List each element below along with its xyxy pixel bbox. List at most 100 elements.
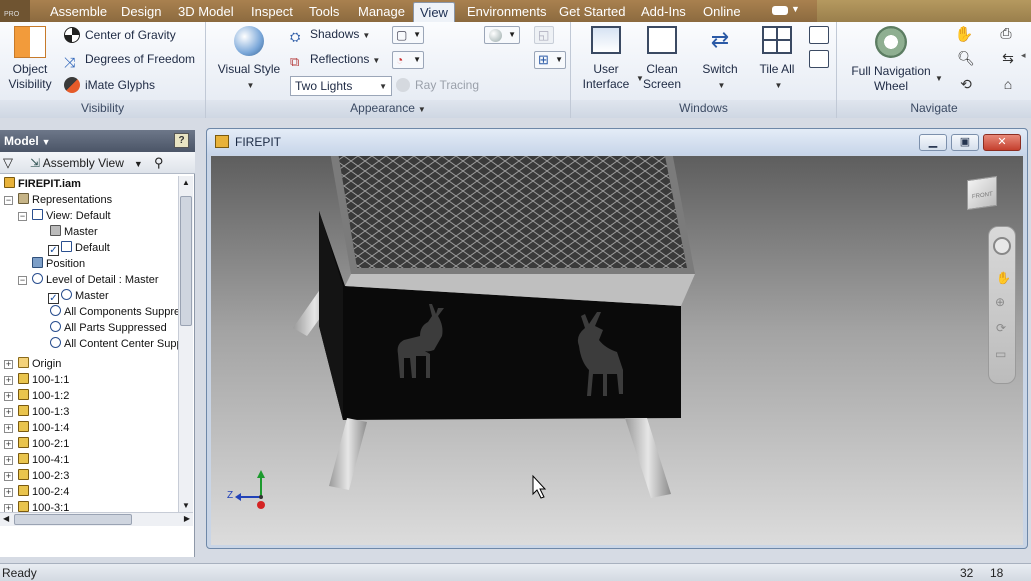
tab-online[interactable]: Online [697, 2, 747, 22]
tab-add-ins[interactable]: Add-Ins [635, 2, 692, 22]
scroll-left-icon[interactable]: ◀ [3, 514, 9, 523]
viewcube[interactable]: FRONT [967, 175, 997, 211]
browser-header[interactable]: Model ▼ ? [0, 130, 195, 152]
tree-node-position[interactable]: Position [32, 256, 85, 272]
visual-style-button[interactable]: Visual Style ▼ [214, 26, 284, 93]
color-override-dropdown[interactable]: ▼ [484, 26, 520, 44]
ray-tracing-button[interactable]: Ray Tracing [396, 78, 479, 92]
app-logo[interactable]: PRO [0, 0, 30, 22]
filter-icon[interactable]: ▽ [3, 155, 13, 171]
tree-node-view-default[interactable]: View: Default [32, 208, 111, 224]
video-icon[interactable] [772, 6, 788, 15]
scroll-thumb[interactable] [14, 514, 132, 525]
panel-scroll-icon[interactable]: ◂ [1021, 50, 1030, 72]
assembly-view-dropdown[interactable]: ⇲ Assembly View ▼ [30, 156, 143, 170]
tree-node-part[interactable]: 100-2:4 [18, 484, 69, 500]
browser-horizontal-scrollbar[interactable]: ◀ ▶ [0, 512, 193, 526]
collapse-icon[interactable]: − [4, 196, 13, 205]
expand-icon[interactable]: + [4, 472, 13, 481]
imate-glyphs-button[interactable]: iMate Glyphs [64, 77, 155, 93]
degrees-of-freedom-button[interactable]: ⤨ Degrees of Freedom [64, 52, 195, 71]
section-view-dropdown[interactable]: ⊞ ▼ [534, 51, 566, 69]
tree-node-origin[interactable]: Origin [18, 356, 61, 372]
shadows-button[interactable]: ⛭ Shadows ▼ [290, 27, 370, 44]
chevron-down-icon[interactable]: ▼ [935, 74, 943, 83]
tree-node-level-of-detail[interactable]: Level of Detail : Master [32, 272, 159, 288]
tree-node-part[interactable]: 100-1:2 [18, 388, 69, 404]
zoom-icon[interactable]: 🔍︎ [953, 50, 979, 70]
previous-view-icon[interactable]: ⇆ [995, 50, 1021, 70]
expand-icon[interactable]: + [4, 456, 13, 465]
full-navigation-wheel-button[interactable]: Full Navigation Wheel [843, 26, 939, 94]
expand-icon[interactable]: + [4, 440, 13, 449]
scroll-down-icon[interactable]: ▼ [182, 501, 190, 510]
expand-icon[interactable]: + [4, 408, 13, 417]
expand-icon[interactable]: + [4, 424, 13, 433]
tab-tools[interactable]: Tools [303, 2, 345, 22]
close-button[interactable]: ✕ [983, 134, 1021, 151]
tab-environments[interactable]: Environments [461, 2, 552, 22]
tree-node-representations[interactable]: Representations [18, 192, 112, 208]
find-icon[interactable]: ⚲ [154, 155, 164, 171]
tab-3d-model[interactable]: 3D Model [172, 2, 240, 22]
tree-node-lod-master[interactable]: ✓ Master [48, 288, 109, 304]
tree-node-all-content-center-suppressed[interactable]: All Content Center Supp [50, 336, 178, 352]
chevron-down-icon[interactable]: ▼ [791, 4, 800, 14]
switch-button[interactable]: ⇄ Switch ▼ [695, 26, 745, 93]
tab-inspect[interactable]: Inspect [245, 2, 299, 22]
home-icon[interactable]: ⌂ [995, 76, 1021, 96]
lighting-style-select[interactable]: Two Lights ▼ [290, 76, 392, 96]
expand-icon[interactable]: + [4, 488, 13, 497]
tree-node-part[interactable]: 100-2:1 [18, 436, 69, 452]
panel-title-appearance[interactable]: Appearance ▼ [206, 100, 570, 118]
tree-node-part[interactable]: 100-1:3 [18, 404, 69, 420]
scroll-right-icon[interactable]: ▶ [184, 514, 190, 523]
pan-icon[interactable]: ✋ [953, 25, 975, 45]
tab-view[interactable]: View [413, 2, 455, 22]
orbit-icon[interactable]: ⟲ [953, 76, 979, 96]
tree-node-part[interactable]: 100-1:1 [18, 372, 69, 388]
tree-node-all-parts-suppressed[interactable]: All Parts Suppressed [50, 320, 167, 336]
user-interface-button[interactable]: User Interface [579, 26, 633, 92]
reflections-button[interactable]: ⧉ Reflections ▼ [290, 52, 380, 69]
tree-node-part[interactable]: 100-3:1 [18, 500, 69, 512]
collapse-icon[interactable]: − [18, 212, 27, 221]
cascade-icon[interactable] [809, 26, 829, 44]
expand-icon[interactable]: + [4, 504, 13, 512]
expand-icon[interactable]: + [4, 376, 13, 385]
graphics-viewport[interactable]: Z FRONT ✋ ⊕ ⟳ ▭ [211, 156, 1023, 545]
look-at-icon[interactable]: ⎙ [995, 25, 1017, 45]
document-title-bar[interactable]: FIREPIT ▁ ▣ ✕ [207, 129, 1027, 155]
orbit-icon[interactable]: ⟳ [996, 321, 1006, 335]
restore-button[interactable]: ▣ [951, 134, 979, 151]
tree-node-part[interactable]: 100-2:3 [18, 468, 69, 484]
browser-vertical-scrollbar[interactable]: ▲ ▼ [178, 176, 193, 512]
expand-icon[interactable]: + [4, 360, 13, 369]
help-icon[interactable]: ? [174, 133, 189, 148]
tab-design[interactable]: Design [115, 2, 167, 22]
tab-manage[interactable]: Manage [352, 2, 411, 22]
arrange-icon[interactable] [809, 50, 829, 68]
tab-get-started[interactable]: Get Started [553, 2, 631, 22]
steering-wheel-icon[interactable] [993, 237, 1011, 255]
expand-icon[interactable]: + [4, 392, 13, 401]
minimize-button[interactable]: ▁ [919, 134, 947, 151]
zoom-icon[interactable]: ⊕ [995, 295, 1005, 309]
center-of-gravity-button[interactable]: Center of Gravity [64, 27, 176, 43]
clean-screen-button[interactable]: Clean Screen [637, 26, 687, 92]
look-at-icon[interactable]: ▭ [995, 347, 1006, 361]
pan-icon[interactable]: ✋ [996, 271, 1011, 285]
view-dropdown-button[interactable]: ▢ ▼ [392, 26, 424, 44]
tree-node-all-components-suppressed[interactable]: All Components Suppres [50, 304, 178, 320]
checkbox-icon[interactable]: ✓ [48, 293, 59, 304]
scroll-up-icon[interactable]: ▲ [182, 178, 190, 187]
tree-node-part[interactable]: 100-4:1 [18, 452, 69, 468]
tree-node-part[interactable]: 100-1:4 [18, 420, 69, 436]
object-visibility-button[interactable]: Object Visibility [6, 26, 54, 92]
clear-appearance-button[interactable]: ◱ [534, 26, 554, 44]
scroll-thumb[interactable] [180, 196, 192, 326]
tree-node-root[interactable]: FIREPIT.iam [4, 176, 81, 192]
tab-assemble[interactable]: Assemble [44, 2, 113, 22]
ground-shadow-dropdown[interactable]: ◔ ▼ [392, 51, 424, 69]
tree-node-view-default-rep[interactable]: ✓ Default [48, 240, 110, 256]
